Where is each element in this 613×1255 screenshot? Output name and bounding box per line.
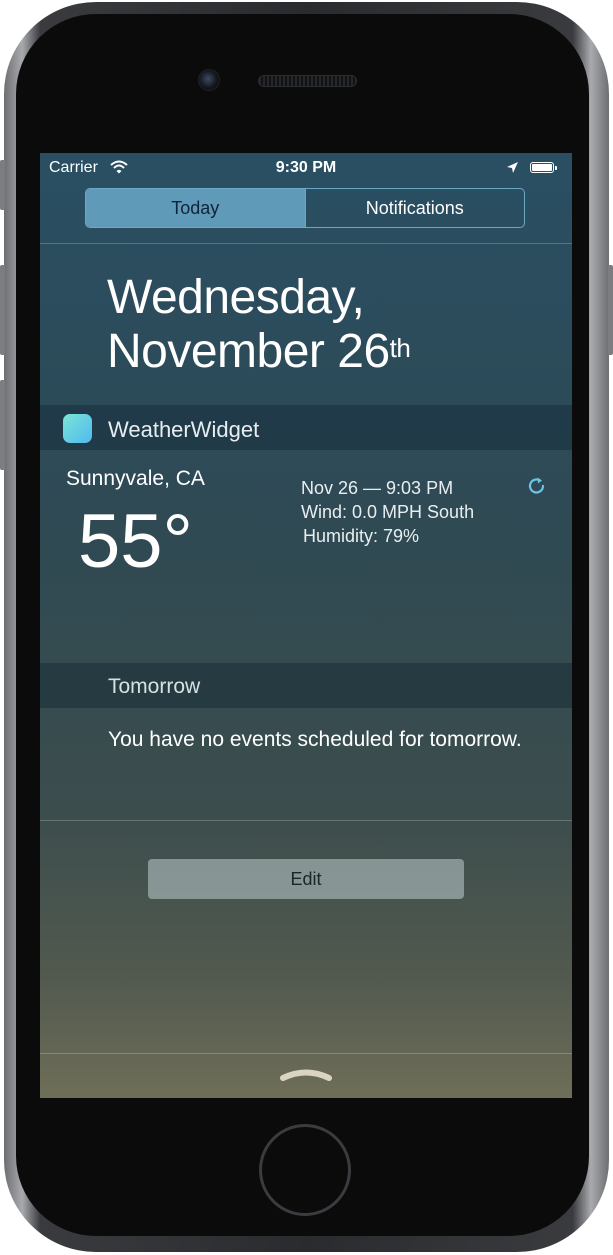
tab-today[interactable]: Today (86, 189, 305, 227)
weather-app-icon (63, 414, 92, 443)
header-divider (40, 243, 572, 244)
earpiece-speaker (258, 75, 357, 87)
volume-up-button (0, 265, 5, 355)
content-divider (40, 820, 572, 821)
tab-notifications[interactable]: Notifications (304, 189, 525, 227)
date-suffix: th (389, 333, 411, 363)
today-date-heading: Wednesday, November 26th (107, 271, 411, 379)
humidity-info: Humidity: 79% (303, 526, 420, 546)
edit-button[interactable]: Edit (148, 859, 464, 899)
refresh-icon[interactable] (526, 475, 548, 497)
tomorrow-title: Tomorrow (108, 675, 201, 698)
status-bar: Carrier 9:30 PM (40, 153, 572, 183)
location-arrow-icon (507, 162, 518, 173)
grabber-handle-icon[interactable] (280, 1066, 332, 1082)
status-time: 9:30 PM (275, 159, 337, 176)
no-events-message: You have no events scheduled for tomorro… (108, 728, 522, 751)
temperature-value: 55° (78, 499, 193, 584)
battery-icon (530, 162, 557, 173)
tomorrow-section-header: Tomorrow (40, 663, 572, 708)
power-button (608, 265, 613, 355)
updated-time: Nov 26 — 9:03 PM (301, 478, 454, 498)
home-button[interactable] (259, 1124, 351, 1216)
date-weekday: Wednesday, (107, 271, 365, 324)
weather-widget-header[interactable]: WeatherWidget (40, 405, 572, 450)
wind-info: Wind: 0.0 MPH South (301, 502, 475, 522)
volume-down-button (0, 380, 5, 470)
widget-title: WeatherWidget (108, 417, 260, 442)
location-label: Sunnyvale, CA (66, 467, 205, 490)
front-camera (198, 69, 220, 91)
notification-center-screen: Carrier 9:30 PM Today Notifications Wedn… (40, 153, 572, 1098)
date-day: November 26 (107, 325, 390, 378)
date-month-day: November 26th (107, 325, 411, 379)
today-notifications-segmented-control: Today Notifications (85, 188, 525, 228)
mute-switch (0, 160, 5, 210)
bottom-divider (40, 1053, 572, 1054)
